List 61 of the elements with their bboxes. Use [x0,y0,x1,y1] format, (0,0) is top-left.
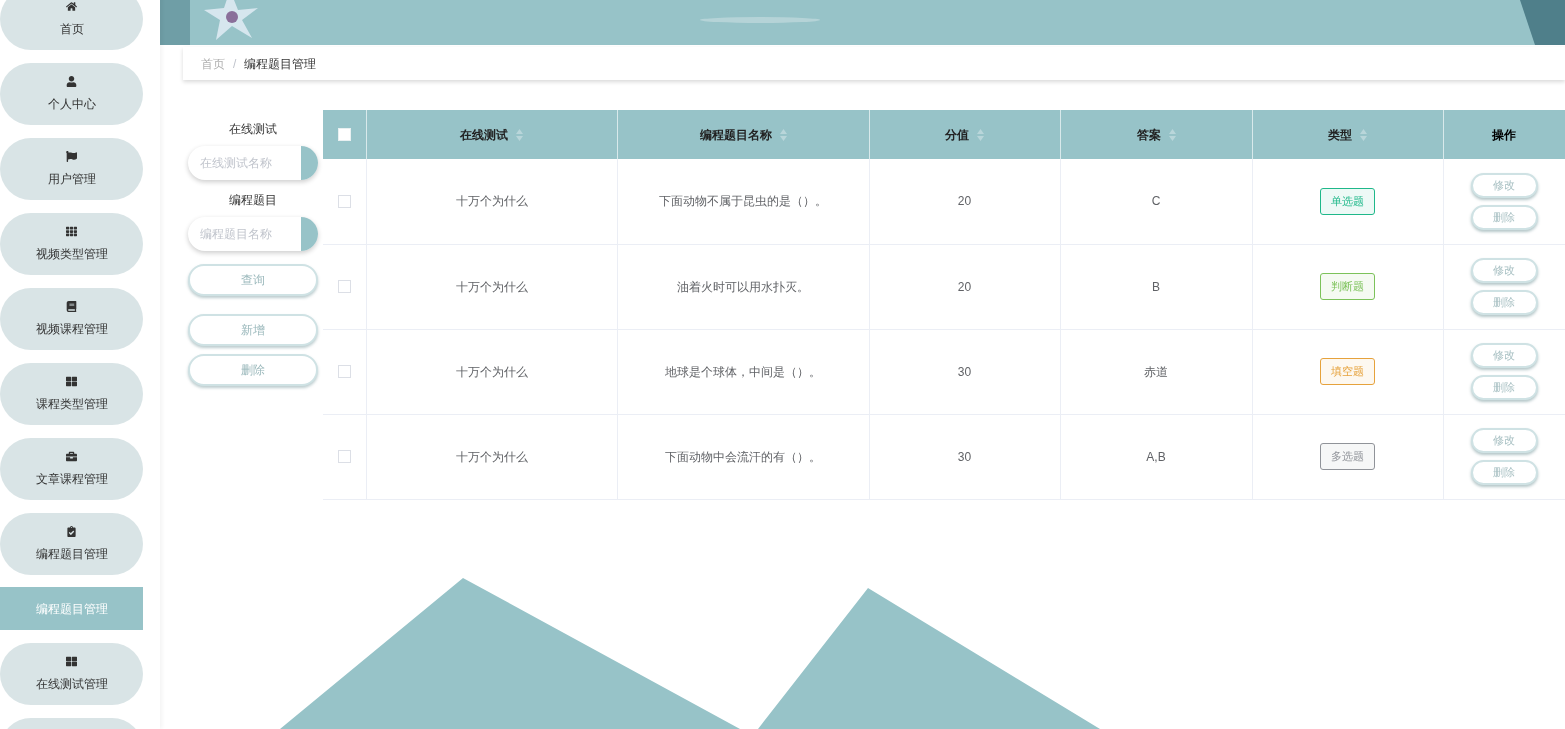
table-cell: 十万个为什么 [455,449,528,464]
column-header[interactable]: 在线测试 [460,125,523,144]
checkbox[interactable] [337,194,351,208]
table-cell: 下面动物中会流汗的有（）。 [665,449,821,464]
checkbox[interactable] [337,128,351,141]
type-tag: 单选题 [1320,188,1375,215]
table-cell: B [1152,279,1160,294]
sort-icon[interactable] [977,128,984,141]
type-tag: 判断题 [1320,273,1375,300]
table-cell: 20 [957,194,972,209]
table-cell: 20 [957,279,972,294]
table-cell: 赤道 [1144,364,1168,379]
breadcrumb-separator: / [233,55,237,73]
sidebar-item[interactable]: 首页 [0,0,143,50]
column-header: 操作 [1492,126,1516,144]
sidebar-item[interactable]: 编程题目管理 [0,513,143,575]
breadcrumb-item: 编程题目管理 [244,55,317,73]
sidebar-item[interactable]: 视频课程管理 [0,288,143,350]
type-tag: 填空题 [1320,358,1375,385]
table-cell: A,B [1146,449,1166,464]
sidebar-item[interactable]: 视频类型管理 [0,213,143,275]
table-cell: 地球是个球体，中间是（）。 [665,364,821,379]
table-cell: C [1151,194,1161,209]
sort-icon[interactable] [1360,128,1367,141]
column-header[interactable]: 类型 [1328,125,1367,144]
checkbox[interactable] [337,280,351,293]
field-label: 在线测试 [229,121,277,138]
column-header[interactable]: 编程题目名称 [699,125,787,144]
table-cell: 十万个为什么 [455,194,528,209]
sidebar-item[interactable]: 文章课程管理 [0,438,143,500]
column-header[interactable]: 答案 [1136,125,1176,144]
field-button[interactable] [301,146,318,180]
sidebar-item[interactable]: 在线测试管理 [0,643,143,705]
home-icon [66,0,77,12]
search-field[interactable]: 在线测试名称 [188,146,301,180]
grid-icon [66,655,77,667]
clipboard-icon [66,525,77,537]
sidebar-item[interactable]: 课程类型管理 [0,363,143,425]
table-cell: 十万个为什么 [455,279,528,294]
table-cell: 30 [957,364,972,379]
sidebar-item[interactable]: 个人中心 [0,63,143,125]
grid-icon [66,375,77,387]
checkbox[interactable] [337,365,351,378]
table-cell: 30 [957,449,972,464]
user-icon [66,75,77,87]
sort-icon[interactable] [779,128,787,141]
column-header[interactable]: 分值 [945,125,984,144]
briefcase-icon [66,450,77,462]
book-icon [66,300,77,312]
field-label: 编程题目 [229,192,277,209]
sidebar-item[interactable]: 用户管理 [0,138,143,200]
flag-icon [66,150,77,162]
grid-icon [66,225,77,237]
checkbox[interactable] [337,450,351,463]
sort-icon[interactable] [516,128,523,141]
table-cell: 油着火时可以用水扑灭。 [677,279,809,294]
type-tag: 多选题 [1320,443,1375,470]
table-cell: 下面动物不属于昆虫的是（）。 [659,194,827,209]
table-cell: 十万个为什么 [455,364,528,379]
sort-icon[interactable] [1168,128,1176,141]
field-button[interactable] [301,217,318,251]
